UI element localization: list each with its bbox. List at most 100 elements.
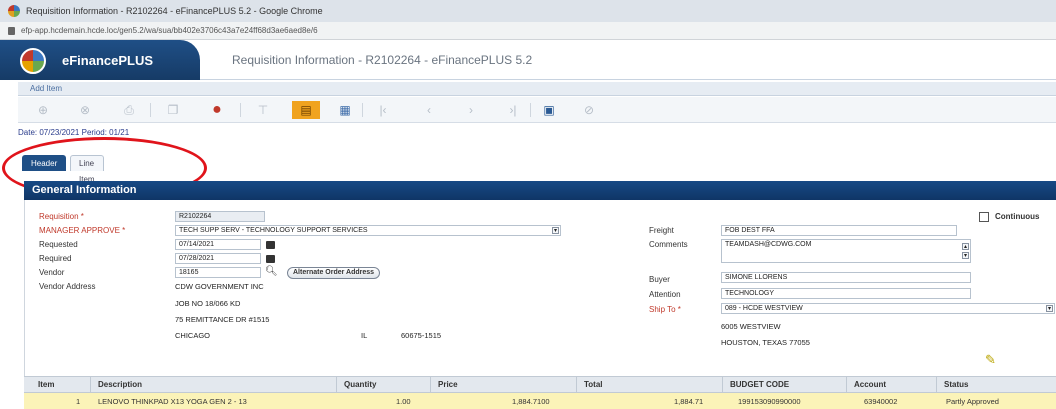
comments-textarea[interactable]: TEAMDASH@CDWG.COM ▴ ▾ — [721, 239, 971, 263]
column-divider — [430, 377, 431, 394]
cell-status: Partly Approved — [946, 397, 999, 406]
requisition-field: R2102264 — [175, 211, 265, 222]
cell-description: LENOVO THINKPAD X13 YOGA GEN 2 - 13 — [98, 397, 247, 406]
continuous-checkbox[interactable] — [979, 212, 989, 222]
freight-label: Freight — [649, 226, 674, 235]
vendor-address-line-2: JOB NO 18/066 KD — [175, 299, 241, 308]
required-date-field[interactable]: 07/28/2021 — [175, 253, 261, 264]
cell-price: 1,884.7100 — [512, 397, 550, 406]
record-icon[interactable]: ● — [208, 101, 226, 119]
brand-name: eFinancePLUS — [62, 53, 154, 68]
ship-to-value: 089 - HCDE WESTVIEW — [725, 305, 803, 312]
column-divider — [90, 377, 91, 394]
column-divider — [936, 377, 937, 394]
ship-to-select[interactable]: 089 - HCDE WESTVIEW ▾ — [721, 303, 1055, 314]
col-item[interactable]: Item — [38, 380, 54, 389]
toolbar-divider — [240, 103, 241, 117]
column-divider — [336, 377, 337, 394]
calendar-icon[interactable] — [266, 255, 275, 263]
attention-field[interactable]: TECHNOLOGY — [721, 288, 971, 299]
app-header: eFinancePLUS Requisition Information - R… — [0, 40, 1056, 80]
vendor-field[interactable]: 18165 — [175, 267, 261, 278]
requisition-label: Requisition * — [39, 212, 84, 221]
toolbar: ⊕ ⊗ ⎙ ❐ ● ⊤ ▤ ▦ |‹ ‹ › ›| ▣ ⊘ — [18, 97, 1056, 123]
vendor-address-label: Vendor Address — [39, 282, 96, 291]
tab-header[interactable]: Header — [22, 155, 67, 171]
vendor-zip: 60675-1515 — [401, 331, 442, 340]
toolbar-divider — [150, 103, 151, 117]
browser-window-title: Requisition Information - R2102264 - eFi… — [26, 6, 323, 16]
menubar: Add Item — [18, 82, 1056, 96]
column-divider — [722, 377, 723, 394]
browser-title-bar: Requisition Information - R2102264 - eFi… — [0, 0, 1056, 22]
delete-icon[interactable]: ⊗ — [76, 101, 94, 119]
col-price[interactable]: Price — [438, 380, 458, 389]
date-period: Date: 07/23/2021 Period: 01/21 — [18, 128, 130, 137]
manager-approve-value: TECH SUPP SERV - TECHNOLOGY SUPPORT SERV… — [179, 227, 368, 234]
detail-icon[interactable]: ▦ — [336, 101, 354, 119]
col-account[interactable]: Account — [854, 380, 886, 389]
copy-icon[interactable]: ❐ — [164, 101, 182, 119]
col-total[interactable]: Total — [584, 380, 603, 389]
cell-item: 1 — [76, 397, 81, 406]
calendar-icon[interactable] — [266, 241, 275, 249]
first-icon[interactable]: |‹ — [374, 101, 392, 119]
buyer-field[interactable]: SIMONE LLORENS — [721, 272, 971, 283]
cell-total: 1,884.71 — [674, 397, 704, 406]
continuous-label: Continuous — [995, 212, 1040, 221]
scroll-down-icon[interactable]: ▾ — [962, 252, 969, 259]
freight-field[interactable]: FOB DEST FFA — [721, 225, 957, 236]
comments-label: Comments — [649, 240, 688, 249]
general-information-form: Requisition * R2102264 MANAGER APPROVE *… — [24, 200, 1056, 376]
address-bar[interactable]: efp-app.hcdemain.hcde.loc/gen5.2/wa/sua/… — [0, 22, 1056, 40]
scroll-up-icon[interactable]: ▴ — [962, 243, 969, 250]
cell-quantity: 1.00 — [396, 397, 411, 406]
cancel-icon[interactable]: ⊘ — [580, 101, 598, 119]
prev-icon[interactable]: ‹ — [420, 101, 438, 119]
vendor-address-line-1: CDW GOVERNMENT INC — [175, 282, 264, 291]
attention-label: Attention — [649, 290, 681, 299]
alternate-order-address-button[interactable]: Alternate Order Address — [287, 267, 381, 279]
vendor-label: Vendor — [39, 268, 65, 277]
required-label: Required — [39, 254, 72, 263]
requested-date-field[interactable]: 07/14/2021 — [175, 239, 261, 250]
notes-icon[interactable]: ▤ — [292, 101, 320, 119]
manager-approve-label: MANAGER APPROVE * — [39, 226, 126, 235]
print-icon[interactable]: ⎙ — [120, 101, 138, 119]
col-budget-code[interactable]: BUDGET CODE — [730, 380, 789, 389]
toolbar-divider — [362, 103, 363, 117]
add-icon[interactable]: ⊕ — [34, 101, 52, 119]
vendor-city: CHICAGO — [175, 331, 211, 340]
tab-line-item[interactable]: Line Item (1 of 2) — [70, 155, 104, 232]
filter-icon[interactable]: ⊤ — [254, 101, 272, 119]
col-description[interactable]: Description — [98, 380, 142, 389]
save-icon[interactable]: ▣ — [540, 101, 558, 119]
cell-account: 63940002 — [864, 397, 898, 406]
next-icon[interactable]: › — [462, 101, 480, 119]
page-title: Requisition Information - R2102264 - eFi… — [232, 53, 533, 67]
column-divider — [846, 377, 847, 394]
buyer-label: Buyer — [649, 275, 670, 284]
table-row[interactable]: 1 LENOVO THINKPAD X13 YOGA GEN 2 - 13 1.… — [24, 393, 1056, 409]
column-divider — [576, 377, 577, 394]
chrome-favicon-icon — [8, 5, 20, 17]
search-icon[interactable]: 🔍︎ — [265, 266, 278, 277]
approval-stamp-icon[interactable]: ✎ — [985, 352, 996, 368]
add-item-menu[interactable]: Add Item — [30, 84, 62, 93]
col-status[interactable]: Status — [944, 380, 968, 389]
url-text[interactable]: efp-app.hcdemain.hcde.loc/gen5.2/wa/sua/… — [21, 26, 318, 35]
toolbar-divider — [530, 103, 531, 117]
chevron-down-icon: ▾ — [552, 227, 559, 234]
ship-address-line-2: HOUSTON, TEXAS 77055 — [721, 338, 810, 347]
ship-address-line-1: 6005 WESTVIEW — [721, 322, 781, 331]
requested-label: Requested — [39, 240, 78, 249]
col-quantity[interactable]: Quantity — [344, 380, 376, 389]
section-header-general-information: General Information — [24, 181, 1056, 200]
manager-approve-select[interactable]: TECH SUPP SERV - TECHNOLOGY SUPPORT SERV… — [175, 225, 561, 236]
chevron-down-icon: ▾ — [1046, 305, 1053, 312]
ship-to-label: Ship To * — [649, 305, 681, 314]
line-items-grid: Item Description Quantity Price Total BU… — [24, 376, 1056, 409]
comments-value: TEAMDASH@CDWG.COM — [725, 241, 812, 248]
last-icon[interactable]: ›| — [504, 101, 522, 119]
efinanceplus-logo-icon — [20, 48, 46, 74]
